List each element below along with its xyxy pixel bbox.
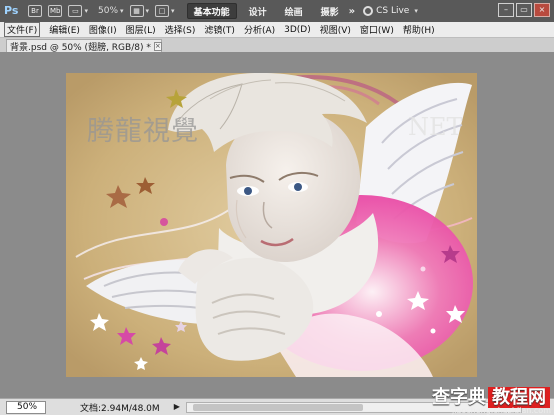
chevron-down-icon: ▾ (171, 7, 175, 15)
bridge-icon: Br (28, 5, 42, 17)
document-size-info: 文档:2.94M/48.0M (80, 403, 160, 414)
menu-select[interactable]: 选择(S) (165, 23, 196, 36)
menu-help[interactable]: 帮助(H) (403, 23, 435, 36)
cs-live-label: CS Live (376, 6, 410, 16)
chevron-down-icon: ▾ (84, 7, 88, 15)
photoshop-logo: Ps (4, 4, 19, 17)
menu-analysis[interactable]: 分析(A) (244, 23, 275, 36)
arrange-documents-icon: ▦ (129, 5, 144, 17)
arrange-documents-button[interactable]: ▦ ▾ (129, 3, 150, 19)
status-menu-arrow-icon[interactable]: ▶ (174, 402, 184, 413)
menu-image[interactable]: 图像(I) (89, 23, 117, 36)
workspace-essentials[interactable]: 基本功能 (186, 3, 237, 19)
menu-file[interactable]: 文件(F) (4, 22, 41, 37)
artwork-image[interactable]: 腾龍視覺 NET (66, 73, 477, 377)
bridge-button[interactable]: Br (28, 3, 42, 19)
watermark-text-right: NET (408, 113, 463, 141)
application-bar: Ps Br Mb ▭ ▾ 50% ▾ ▦ ▾ □ ▾ 基本功能 设计 绘画 摄影 » C… (0, 0, 554, 22)
cs-live-button[interactable]: CS Live ▾ (363, 6, 418, 16)
site-url: jiaocheng.chazidian.com (451, 406, 551, 415)
screen-mode-icon: □ (155, 5, 170, 17)
canvas-area[interactable]: 腾龍視覺 NET (0, 52, 554, 398)
mini-bridge-button[interactable]: Mb (48, 3, 63, 19)
minimize-button[interactable]: – (498, 3, 514, 17)
more-workspaces-button[interactable]: » (349, 6, 355, 17)
chevron-down-icon: ▾ (120, 7, 124, 15)
document-tab[interactable]: 背景.psd @ 50% (翅膀, RGB/8) * × (6, 39, 162, 53)
scrollbar-thumb[interactable] (192, 403, 363, 411)
zoom-level-select[interactable]: 50% ▾ (98, 6, 124, 16)
menu-edit[interactable]: 编辑(E) (49, 23, 80, 36)
menu-layer[interactable]: 图层(L) (126, 23, 156, 36)
chevron-down-icon: ▾ (414, 7, 418, 15)
site-logo-name: 查字典 (432, 387, 486, 408)
view-extras-icon: ▭ (68, 5, 83, 17)
menu-3d[interactable]: 3D(D) (284, 25, 311, 35)
window-controls: – ▭ × (498, 3, 550, 17)
workspace-design[interactable]: 设计 (243, 3, 273, 19)
mini-bridge-icon: Mb (48, 5, 63, 17)
restore-button[interactable]: ▭ (516, 3, 532, 17)
menu-window[interactable]: 窗口(W) (360, 23, 394, 36)
cs-live-icon (363, 6, 374, 16)
chevron-down-icon: ▾ (145, 7, 150, 15)
watermark-text-left: 腾龍視覺 (87, 116, 199, 147)
menu-bar: 文件(F) 编辑(E) 图像(I) 图层(L) 选择(S) 滤镜(T) 分析(A… (0, 22, 554, 38)
site-logo-box: 教程网 (488, 387, 550, 408)
close-window-button[interactable]: × (534, 3, 550, 17)
document-tab-bar: 背景.psd @ 50% (翅膀, RGB/8) * × (0, 38, 554, 53)
zoom-input[interactable]: 50% (6, 400, 46, 414)
menu-filter[interactable]: 滤镜(T) (204, 23, 235, 36)
close-icon[interactable]: × (153, 41, 162, 51)
view-extras-button[interactable]: ▭ ▾ (68, 3, 88, 19)
document-tab-title: 背景.psd @ 50% (翅膀, RGB/8) * (10, 42, 151, 53)
workspace-photography[interactable]: 摄影 (315, 3, 345, 19)
screen-mode-button[interactable]: □ ▾ (155, 3, 175, 19)
menu-view[interactable]: 视图(V) (320, 23, 351, 36)
zoom-level-label: 50% (98, 6, 119, 16)
workspace-painting[interactable]: 绘画 (279, 3, 309, 19)
